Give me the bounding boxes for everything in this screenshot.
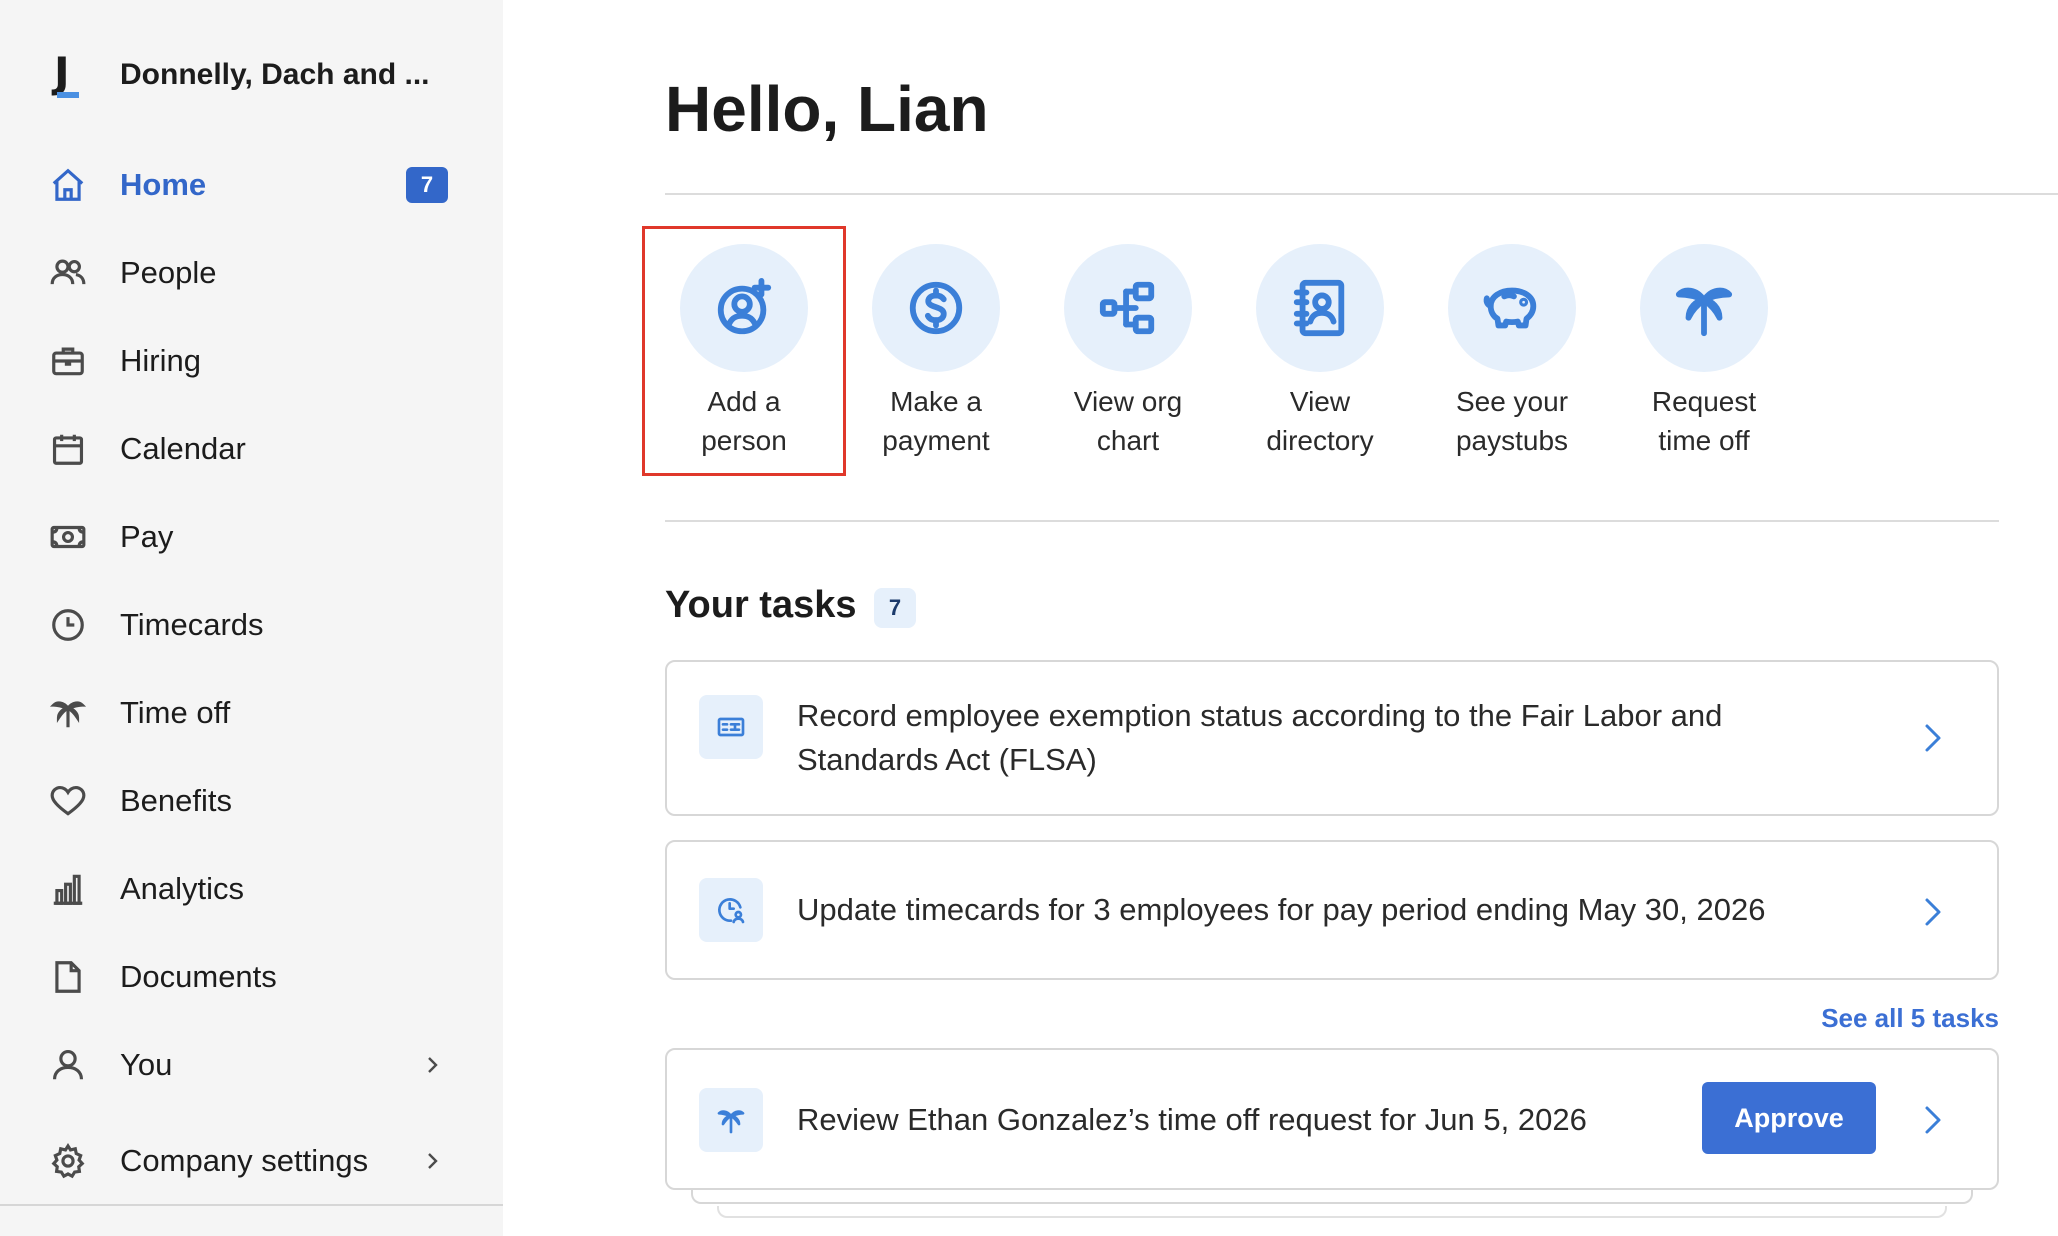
home-badge: 7: [406, 167, 448, 203]
cash-icon: [48, 517, 88, 557]
chevron-right-icon: [420, 1149, 444, 1173]
sidebar-item-label: Hiring: [120, 343, 201, 378]
quick-action-label: Request: [1651, 386, 1757, 417]
company-name: Donnelly, Dach and ...: [120, 58, 430, 91]
document-icon: [48, 957, 88, 997]
sidebar-item-time-off[interactable]: Time off: [0, 683, 503, 743]
task-card[interactable]: Update timecards for 3 employees for pay…: [665, 840, 1999, 980]
dollar-icon: [872, 244, 1000, 372]
stacked-card-edge: [717, 1206, 1947, 1218]
org-chart-icon: [1064, 244, 1192, 372]
quick-action-label: directory: [1266, 425, 1374, 456]
chevron-right-icon[interactable]: [1919, 1100, 1947, 1140]
task-card[interactable]: Record employee exemption status accordi…: [665, 660, 1999, 816]
sidebar-item-label: Timecards: [120, 607, 264, 642]
page-title: Hello, Lian: [665, 73, 989, 145]
sidebar-item-documents[interactable]: Documents: [0, 947, 503, 1007]
home-icon: [48, 165, 88, 205]
sidebar-item-label: Home: [120, 167, 207, 202]
sidebar-item-analytics[interactable]: Analytics: [0, 859, 503, 919]
quick-action-label: chart: [1096, 425, 1160, 456]
quick-action-see-paystubs[interactable]: See your paystubs: [1416, 244, 1608, 460]
user-icon: [48, 1045, 88, 1085]
quick-action-label: View org: [1073, 386, 1183, 417]
sidebar-item-you[interactable]: You: [0, 1035, 503, 1095]
quick-action-view-org-chart[interactable]: View org chart: [1032, 244, 1224, 460]
sidebar-item-label: Company settings: [120, 1143, 369, 1178]
calendar-icon: [48, 429, 88, 469]
heart-icon: [48, 781, 88, 821]
approve-button[interactable]: Approve: [1702, 1082, 1876, 1154]
sidebar-item-benefits[interactable]: Benefits: [0, 771, 503, 831]
palm-tree-icon: [1640, 244, 1768, 372]
clock-icon: [48, 605, 88, 645]
chevron-right-icon[interactable]: [1919, 718, 1947, 758]
briefcase-icon: [48, 341, 88, 381]
sidebar-item-label: Benefits: [120, 783, 233, 818]
bar-chart-icon: [48, 869, 88, 909]
quick-action-label: See your: [1455, 386, 1569, 417]
sidebar-item-company-settings[interactable]: Company settings: [0, 1131, 503, 1191]
sidebar-item-label: People: [120, 255, 217, 290]
quick-action-make-payment[interactable]: Make a payment: [840, 244, 1032, 460]
sidebar-item-calendar[interactable]: Calendar: [0, 419, 503, 479]
sidebar-item-people[interactable]: People: [0, 243, 503, 303]
sidebar-item-label: Pay: [120, 519, 174, 554]
chevron-right-icon[interactable]: [1919, 892, 1947, 932]
piggy-bank-icon: [1448, 244, 1576, 372]
task-text: Review Ethan Gonzalez’s time off request…: [797, 1102, 1587, 1137]
sidebar-divider: [0, 1204, 503, 1206]
tasks-heading: Your tasks: [665, 584, 857, 626]
directory-icon: [1256, 244, 1384, 372]
stacked-card-edge: [691, 1190, 1973, 1204]
task-text: Standards Act (FLSA): [797, 742, 1097, 777]
quick-action-label: time off: [1658, 425, 1750, 456]
sidebar-item-label: Documents: [120, 959, 277, 994]
task-text: Update timecards for 3 employees for pay…: [797, 892, 1766, 927]
sidebar-item-label: Time off: [120, 695, 231, 730]
approval-card[interactable]: Review Ethan Gonzalez’s time off request…: [665, 1048, 1999, 1190]
clock-person-icon: [699, 878, 763, 942]
company-switcher[interactable]: J Donnelly, Dach and ...: [52, 50, 430, 100]
highlight-box: [642, 226, 846, 476]
sidebar-item-timecards[interactable]: Timecards: [0, 595, 503, 655]
people-icon: [48, 253, 88, 293]
quick-action-label: paystubs: [1455, 425, 1569, 456]
divider: [665, 520, 1999, 522]
quick-action-label: payment: [882, 425, 990, 456]
divider: [665, 193, 2058, 195]
sidebar: J Donnelly, Dach and ... Home 7 People H…: [0, 0, 503, 1236]
sidebar-item-hiring[interactable]: Hiring: [0, 331, 503, 391]
palm-tree-icon: [48, 693, 88, 733]
task-text: Record employee exemption status accordi…: [797, 698, 1723, 733]
sidebar-item-pay[interactable]: Pay: [0, 507, 503, 567]
sidebar-item-home[interactable]: Home 7: [0, 155, 503, 215]
sidebar-item-label: Calendar: [120, 431, 246, 466]
quick-action-label: Make a: [890, 386, 982, 417]
pay-form-icon: [699, 695, 763, 759]
main-content: Hello, Lian Add a person Make a payment Vi…: [503, 0, 2058, 1236]
chevron-right-icon: [420, 1053, 444, 1077]
sidebar-item-label: Analytics: [120, 871, 245, 906]
quick-action-label: View: [1289, 386, 1351, 417]
company-logo: J: [52, 50, 86, 100]
see-all-tasks-link[interactable]: See all 5 tasks: [1821, 1003, 1999, 1034]
tasks-count-badge: 7: [874, 588, 916, 628]
sidebar-item-label: You: [120, 1047, 173, 1082]
palm-tree-icon: [699, 1088, 763, 1152]
quick-action-view-directory[interactable]: View directory: [1224, 244, 1416, 460]
quick-action-request-time-off[interactable]: Request time off: [1608, 244, 1800, 460]
gear-icon: [48, 1141, 88, 1181]
